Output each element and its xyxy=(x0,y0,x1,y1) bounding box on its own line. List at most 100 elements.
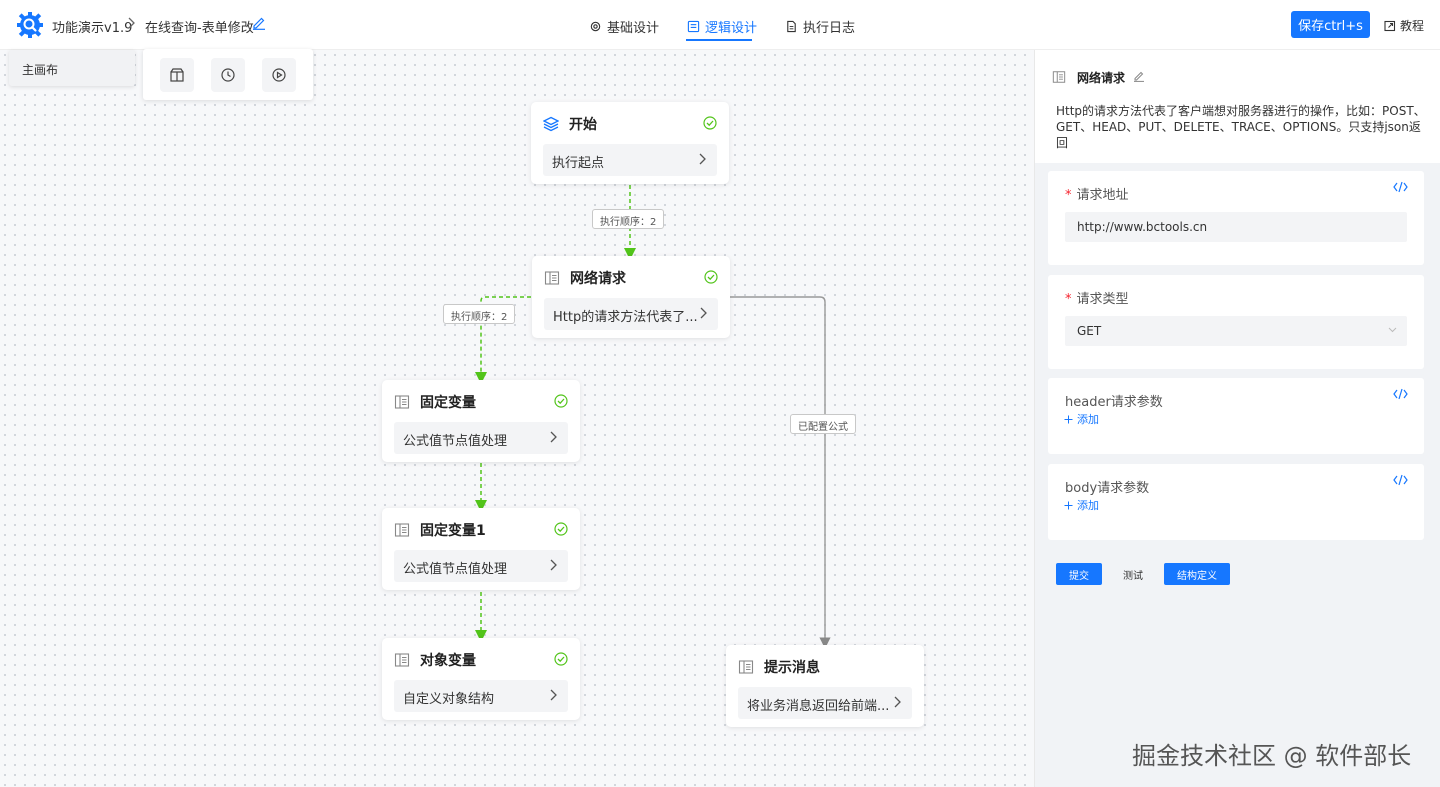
method-select[interactable]: GET xyxy=(1065,316,1407,346)
tab-execution-log-label: 执行日志 xyxy=(803,21,856,36)
url-input[interactable]: http://www.bctools.cn xyxy=(1065,212,1407,242)
body-params-card: body请求参数 添加 xyxy=(1048,464,1424,540)
node-body[interactable]: 公式值节点值处理 xyxy=(394,550,568,582)
node-body[interactable]: 公式值节点值处理 xyxy=(394,422,568,454)
node-body[interactable]: 执行起点 xyxy=(543,144,717,176)
node-header: 开始 xyxy=(543,114,717,134)
node-body-text: 将业务消息返回给前端... xyxy=(747,699,890,714)
check-circle-icon xyxy=(704,270,718,284)
add-header-param-button[interactable]: 添加 xyxy=(1064,411,1099,427)
method-label: * 请求类型 xyxy=(1065,292,1129,307)
check-circle-icon xyxy=(554,394,568,408)
tutorial-link[interactable]: 教程 xyxy=(1384,17,1424,34)
doc-icon xyxy=(394,523,410,537)
doc-icon xyxy=(544,271,560,285)
node-title: 开始 xyxy=(569,117,597,133)
run-button[interactable] xyxy=(262,58,296,92)
chevron-right-icon xyxy=(550,559,557,571)
url-label: * 请求地址 xyxy=(1065,188,1129,203)
app-logo-icon xyxy=(17,12,43,38)
check-circle-icon xyxy=(703,116,717,130)
active-tab-indicator xyxy=(686,39,752,41)
chevron-right-icon xyxy=(699,153,706,165)
edge-label-formula: 已配置公式 xyxy=(790,414,856,434)
schema-button[interactable]: 结构定义 xyxy=(1164,563,1230,585)
code-icon[interactable] xyxy=(1393,181,1408,193)
node-header: 网络请求 xyxy=(544,268,718,288)
check-circle-icon xyxy=(554,522,568,536)
node-body-text: Http的请求方法代表了... xyxy=(553,310,698,325)
chevron-right-icon xyxy=(550,689,557,701)
tab-logic-design-label: 逻辑设计 xyxy=(705,21,758,36)
doc-icon xyxy=(738,660,754,674)
package-button[interactable] xyxy=(160,58,194,92)
header-params-card: header请求参数 添加 xyxy=(1048,378,1424,454)
node-body-text: 公式值节点值处理 xyxy=(403,562,508,577)
node-body-text: 自定义对象结构 xyxy=(403,692,495,707)
tab-execution-log[interactable]: 执行日志 xyxy=(785,17,855,36)
node-title: 固定变量1 xyxy=(420,523,486,539)
code-icon[interactable] xyxy=(1393,388,1408,400)
edit-page-name-icon[interactable] xyxy=(252,16,266,30)
node-header: 提示消息 xyxy=(738,657,912,677)
watermark: 掘金技术社区 @ 软件部长 xyxy=(1132,742,1412,770)
app-name[interactable]: 功能演示v1.9 xyxy=(52,17,132,36)
check-circle-icon xyxy=(554,652,568,666)
flow-node-network-request[interactable]: 网络请求 Http的请求方法代表了... xyxy=(532,256,730,338)
node-title: 网络请求 xyxy=(570,271,626,287)
page-name: 在线查询-表单修改 xyxy=(145,21,254,36)
clock-icon xyxy=(221,68,235,82)
node-header: 固定变量1 xyxy=(394,520,568,540)
header-params-label: header请求参数 xyxy=(1065,395,1163,410)
flow-node-fixed-variable[interactable]: 固定变量 公式值节点值处理 xyxy=(382,380,580,462)
code-icon[interactable] xyxy=(1393,474,1408,486)
canvas-tab-main[interactable]: 主画布 xyxy=(9,50,135,86)
doc-icon xyxy=(1052,71,1066,83)
flow-node-object-variable[interactable]: 对象变量 自定义对象结构 xyxy=(382,638,580,720)
tutorial-label: 教程 xyxy=(1400,19,1425,33)
tab-basic-design[interactable]: 基础设计 xyxy=(589,17,659,36)
flow-node-fixed-variable-1[interactable]: 固定变量1 公式值节点值处理 xyxy=(382,508,580,590)
panel-description: Http的请求方法代表了客户端想对服务器进行的操作，比如：POST、GET、HE… xyxy=(1056,104,1426,150)
body-params-label: body请求参数 xyxy=(1065,481,1150,496)
node-title: 对象变量 xyxy=(420,653,476,669)
properties-panel: 网络请求 Http的请求方法代表了客户端想对服务器进行的操作，比如：POST、G… xyxy=(1034,50,1440,787)
add-body-param-button[interactable]: 添加 xyxy=(1064,497,1099,513)
save-button[interactable]: 保存ctrl+s xyxy=(1291,11,1370,38)
method-card: * 请求类型 GET xyxy=(1048,275,1424,369)
flow-node-message[interactable]: 提示消息 将业务消息返回给前端... xyxy=(726,645,924,727)
edit-icon[interactable] xyxy=(1133,70,1145,82)
plus-icon xyxy=(1064,415,1073,423)
node-body[interactable]: 将业务消息返回给前端... xyxy=(738,687,912,719)
plus-icon xyxy=(1064,501,1073,509)
top-header: 功能演示v1.9 在线查询-表单修改 基础设计 逻辑设计 执行日志 保存ctrl… xyxy=(0,0,1440,50)
chevron-down-icon xyxy=(1388,327,1397,333)
external-link-icon xyxy=(1384,20,1396,31)
node-header: 对象变量 xyxy=(394,650,568,670)
node-title: 提示消息 xyxy=(764,660,820,676)
method-select-value: GET xyxy=(1077,324,1102,338)
edge-label-order: 执行顺序：2 xyxy=(443,304,516,324)
test-button[interactable]: 测试 xyxy=(1111,563,1155,585)
play-icon xyxy=(272,68,286,82)
breadcrumb-separator-icon xyxy=(128,16,136,34)
node-body-text: 公式值节点值处理 xyxy=(403,434,508,449)
edge-label-order: 执行顺序：2 xyxy=(592,209,665,229)
tab-basic-design-label: 基础设计 xyxy=(607,21,660,36)
flow-node-start[interactable]: 开始 执行起点 xyxy=(531,102,729,184)
canvas-toolbar xyxy=(143,49,313,100)
chevron-right-icon xyxy=(894,696,901,708)
history-button[interactable] xyxy=(211,58,245,92)
chevron-right-icon xyxy=(550,431,557,443)
file-icon xyxy=(787,20,796,33)
doc-icon xyxy=(394,653,410,667)
panel-header: 网络请求 Http的请求方法代表了客户端想对服务器进行的操作，比如：POST、G… xyxy=(1035,50,1440,163)
package-icon xyxy=(170,68,184,82)
node-body[interactable]: Http的请求方法代表了... xyxy=(544,298,718,330)
submit-button[interactable]: 提交 xyxy=(1056,563,1102,585)
tab-logic-design[interactable]: 逻辑设计 xyxy=(687,17,757,36)
logic-icon xyxy=(687,20,700,33)
doc-icon xyxy=(394,395,410,409)
gear-icon xyxy=(590,21,601,32)
node-body[interactable]: 自定义对象结构 xyxy=(394,680,568,712)
